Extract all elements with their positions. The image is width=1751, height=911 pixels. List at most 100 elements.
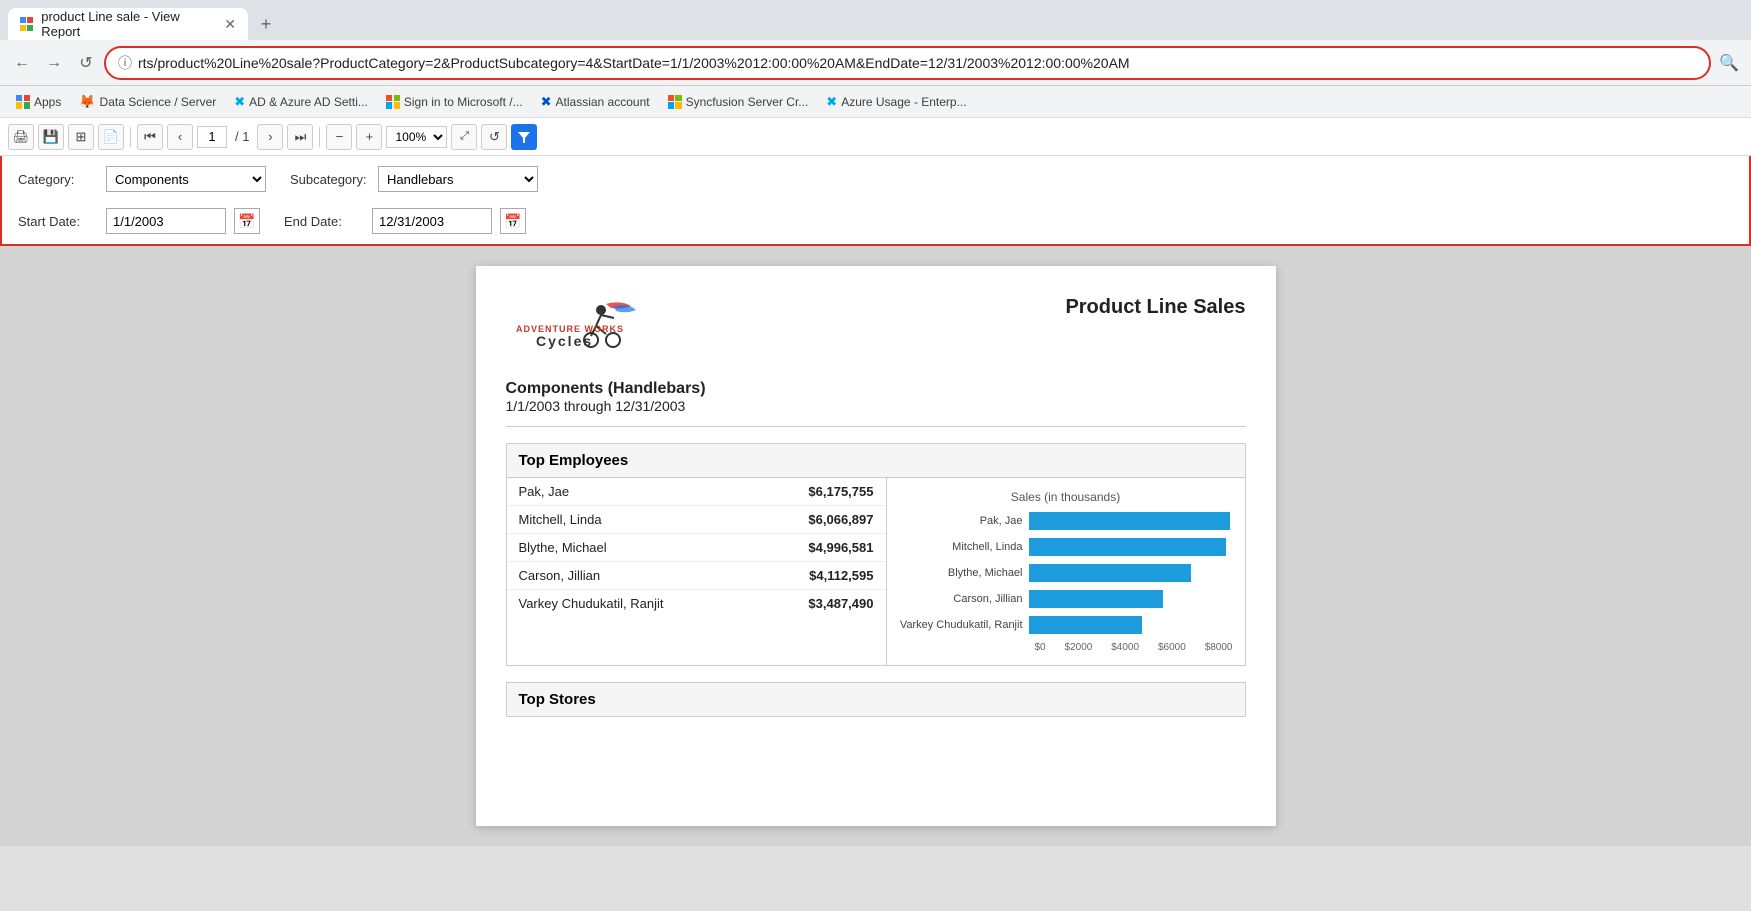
bookmark-apps-label: Apps — [34, 95, 61, 109]
fit-button[interactable]: ⤢ — [451, 124, 477, 150]
end-date-label: End Date: — [284, 214, 364, 229]
active-tab[interactable]: product Line sale - View Report ✕ — [8, 8, 248, 40]
employee-row-5: Varkey Chudukatil, Ranjit $3,487,490 — [507, 590, 886, 617]
employee-name-1: Pak, Jae — [519, 484, 570, 499]
employee-name-2: Mitchell, Linda — [519, 512, 602, 527]
page-number-input[interactable] — [197, 126, 227, 148]
bookmark-atlassian[interactable]: ✖ Atlassian account — [533, 91, 658, 113]
bookmark-azure-ad[interactable]: ✖ AD & Azure AD Setti... — [226, 91, 376, 113]
end-date-input[interactable] — [372, 208, 492, 234]
chart-bar-row-4: Varkey Chudukatil, Ranjit — [899, 616, 1233, 634]
employee-name-3: Blythe, Michael — [519, 540, 607, 555]
browser-frame: product Line sale - View Report ✕ + ← → … — [0, 0, 1751, 118]
expand-button[interactable]: ⊞ — [68, 124, 94, 150]
bookmark-data-science-label: Data Science / Server — [100, 95, 217, 109]
subcategory-label: Subcategory: — [290, 172, 370, 187]
zoom-out-button[interactable]: − — [326, 124, 352, 150]
report-date-range: 1/1/2003 through 12/31/2003 — [506, 398, 1246, 414]
employee-name-4: Carson, Jillian — [519, 568, 601, 583]
address-text: rts/product%20Line%20sale?ProductCategor… — [138, 55, 1697, 71]
subcategory-param-row: Subcategory: Handlebars — [290, 166, 538, 192]
employee-sales-1: $6,175,755 — [808, 484, 873, 499]
separator-1 — [130, 127, 131, 147]
top-stores-header: Top Stores — [506, 682, 1246, 717]
subcategory-select[interactable]: Handlebars — [378, 166, 538, 192]
chart-bar-label-0: Pak, Jae — [899, 515, 1029, 527]
employee-sales-2: $6,066,897 — [808, 512, 873, 527]
employee-name-5: Varkey Chudukatil, Ranjit — [519, 596, 664, 611]
top-employees-section: Top Employees Pak, Jae $6,175,755 Mitche… — [506, 443, 1246, 666]
x-label-2000: $2000 — [1065, 642, 1093, 653]
forward-button[interactable]: → — [40, 49, 68, 77]
last-page-button[interactable]: ⏭ — [287, 124, 313, 150]
refresh-button[interactable]: ↺ — [481, 124, 507, 150]
zoom-in-button[interactable]: + — [356, 124, 382, 150]
tab-bar: product Line sale - View Report ✕ + — [0, 0, 1751, 40]
category-param-row: Category: Components — [18, 166, 266, 192]
employee-row-4: Carson, Jillian $4,112,595 — [507, 562, 886, 590]
params-panel: Category: Components Subcategory: Handle… — [0, 156, 1751, 246]
report-subtitle: Components (Handlebars) 1/1/2003 through… — [506, 380, 1246, 427]
start-date-label: Start Date: — [18, 214, 98, 229]
category-select[interactable]: Components — [106, 166, 266, 192]
lock-icon: ⓘ — [118, 53, 132, 73]
new-tab-button[interactable]: + — [252, 10, 280, 38]
search-button[interactable]: 🔍 — [1715, 49, 1743, 77]
bookmark-data-science[interactable]: 🦊 Data Science / Server — [71, 91, 224, 113]
report-content-area: ADVENTURE WORKS Cycles Product Line Sale… — [0, 246, 1751, 846]
zoom-select[interactable]: 100% 75% 125% 150% — [386, 126, 447, 148]
bookmark-azure-usage[interactable]: ✖ Azure Usage - Enterp... — [818, 91, 974, 113]
separator-2 — [319, 127, 320, 147]
start-date-input[interactable] — [106, 208, 226, 234]
chart-x-axis: $0 $2000 $4000 $6000 $8000 — [1035, 642, 1233, 653]
employee-row-1: Pak, Jae $6,175,755 — [507, 478, 886, 506]
end-date-calendar-button[interactable]: 📅 — [500, 208, 526, 234]
chart-bar-label-4: Varkey Chudukatil, Ranjit — [899, 619, 1029, 631]
chart-bar-row-0: Pak, Jae — [899, 512, 1233, 530]
x-label-6000: $6000 — [1158, 642, 1186, 653]
employee-section: Pak, Jae $6,175,755 Mitchell, Linda $6,0… — [507, 478, 1245, 665]
first-page-button[interactable]: ⏮ — [137, 124, 163, 150]
logo-svg: ADVENTURE WORKS Cycles — [506, 296, 656, 356]
address-bar[interactable]: ⓘ rts/product%20Line%20sale?ProductCateg… — [104, 46, 1711, 80]
bookmark-microsoft[interactable]: Sign in to Microsoft /... — [378, 92, 531, 112]
reload-button[interactable]: ↺ — [72, 49, 100, 77]
print-button[interactable]: 🖨 — [8, 124, 34, 150]
properties-button[interactable]: 📄 — [98, 124, 124, 150]
chart-bar-row-3: Carson, Jillian — [899, 590, 1233, 608]
svg-text:Cycles: Cycles — [536, 333, 593, 349]
prev-page-button[interactable]: ‹ — [167, 124, 193, 150]
employee-row-3: Blythe, Michael $4,996,581 — [507, 534, 886, 562]
chart-bar-label-2: Blythe, Michael — [899, 567, 1029, 579]
bar-chart-area: Sales (in thousands) Pak, Jae Mitchell, L… — [887, 478, 1245, 665]
azure-favicon: ✖ — [234, 94, 245, 110]
chart-title: Sales (in thousands) — [899, 490, 1233, 504]
chart-bar-row-1: Mitchell, Linda — [899, 538, 1233, 556]
report-toolbar: 🖨 💾 ⊞ 📄 ⏮ ‹ / 1 › ⏭ − + 100% 75% 125% 15… — [0, 118, 1751, 156]
employee-table: Pak, Jae $6,175,755 Mitchell, Linda $6,0… — [507, 478, 887, 665]
employee-sales-5: $3,487,490 — [808, 596, 873, 611]
top-employees-header: Top Employees — [507, 444, 1245, 478]
chart-bar-3 — [1029, 590, 1163, 608]
x-label-0: $0 — [1035, 642, 1046, 653]
employee-sales-4: $4,112,595 — [809, 568, 873, 583]
next-page-button[interactable]: › — [257, 124, 283, 150]
save-button[interactable]: 💾 — [38, 124, 64, 150]
chart-bar-row-2: Blythe, Michael — [899, 564, 1233, 582]
employee-sales-3: $4,996,581 — [808, 540, 873, 555]
filter-button[interactable] — [511, 124, 537, 150]
report-title: Product Line Sales — [1065, 296, 1245, 319]
bookmark-atlassian-label: Atlassian account — [556, 95, 650, 109]
bookmark-apps[interactable]: Apps — [8, 92, 69, 112]
tab-title: product Line sale - View Report — [41, 9, 212, 39]
report-page: ADVENTURE WORKS Cycles Product Line Sale… — [476, 266, 1276, 826]
bookmarks-bar: Apps 🦊 Data Science / Server ✖ AD & Azur… — [0, 86, 1751, 118]
report-header: ADVENTURE WORKS Cycles Product Line Sale… — [506, 296, 1246, 356]
tab-favicon — [20, 17, 33, 31]
azure-usage-favicon: ✖ — [826, 94, 837, 110]
bookmark-syncfusion[interactable]: Syncfusion Server Cr... — [660, 92, 817, 112]
back-button[interactable]: ← — [8, 49, 36, 77]
start-date-calendar-button[interactable]: 📅 — [234, 208, 260, 234]
x-label-8000: $8000 — [1205, 642, 1233, 653]
tab-close-button[interactable]: ✕ — [224, 16, 236, 33]
